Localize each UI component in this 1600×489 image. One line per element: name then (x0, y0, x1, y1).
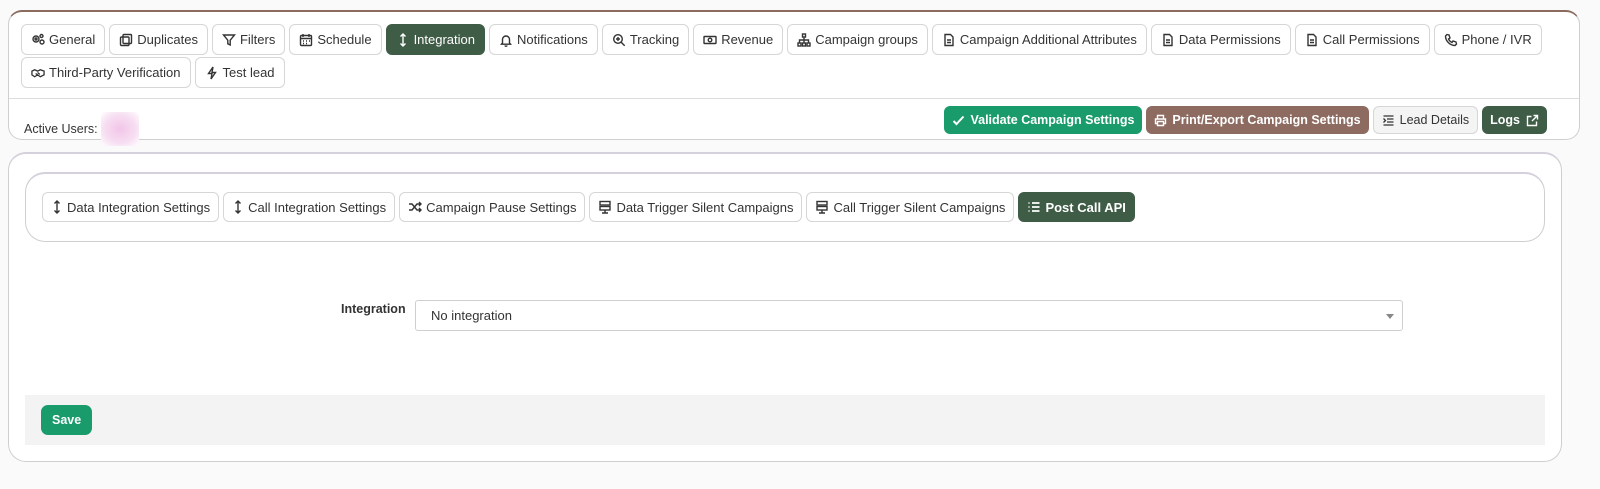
server-icon (599, 200, 612, 214)
bell-icon (499, 33, 513, 47)
subtab-call-integration-settings[interactable]: Call Integration Settings (223, 192, 396, 222)
caret-down-icon (1386, 314, 1394, 319)
bolt-icon (205, 66, 219, 80)
tab-test-lead[interactable]: Test lead (194, 57, 285, 88)
server-icon (816, 200, 829, 214)
tab-filters[interactable]: Filters (211, 24, 286, 55)
check-icon (953, 115, 965, 125)
validate-campaign-settings-button[interactable]: Validate Campaign Settings (944, 106, 1143, 134)
arrows-vertical-icon (235, 200, 242, 214)
subtab-campaign-pause-settings[interactable]: Campaign Pause Settings (399, 192, 586, 222)
document-icon (1161, 33, 1175, 47)
header-divider (9, 98, 1579, 99)
filter-icon (221, 33, 236, 47)
tab-phone-ivr[interactable]: Phone / IVR (1433, 24, 1542, 55)
integration-subnav: Data Integration Settings Call Integrati… (25, 172, 1545, 242)
arrows-vertical-icon (396, 32, 410, 47)
print-export-campaign-settings-button[interactable]: Print/Export Campaign Settings (1146, 106, 1369, 134)
integration-panel: Data Integration Settings Call Integrati… (8, 152, 1562, 462)
settings-tabs-row-1: General Duplicates Filters Schedule Inte… (21, 24, 1542, 55)
arrows-vertical-icon (54, 200, 60, 214)
subtab-data-trigger-silent-campaigns[interactable]: Data Trigger Silent Campaigns (589, 192, 803, 222)
settings-tabs-row-2: Third-Party Verification Test lead (21, 57, 285, 88)
document-icon (942, 33, 956, 47)
list-icon (1028, 202, 1040, 212)
active-users: Active Users: (24, 112, 139, 146)
external-link-icon (1526, 114, 1539, 126)
integration-subtabs: Data Integration Settings Call Integrati… (42, 192, 1135, 222)
save-button[interactable]: Save (41, 405, 93, 435)
integration-select[interactable]: No integration (415, 300, 1403, 331)
active-users-label: Active Users: (24, 122, 98, 136)
tab-campaign-groups[interactable]: Campaign groups (787, 24, 928, 55)
active-user-avatar[interactable] (100, 112, 139, 146)
printer-icon (1155, 114, 1167, 126)
tab-integration[interactable]: Integration (385, 24, 485, 55)
zoom-icon (612, 33, 626, 47)
tab-third-party-verification[interactable]: Third-Party Verification (21, 57, 191, 88)
tab-duplicates[interactable]: Duplicates (109, 24, 208, 55)
logs-button[interactable]: Logs (1482, 106, 1547, 134)
subtab-call-trigger-silent-campaigns[interactable]: Call Trigger Silent Campaigns (806, 192, 1015, 222)
tab-call-permissions[interactable]: Call Permissions (1294, 24, 1430, 55)
copy-icon (119, 33, 133, 47)
tab-revenue[interactable]: Revenue (693, 24, 784, 55)
document-icon (1305, 33, 1319, 47)
form-footer: Save (25, 395, 1545, 445)
integration-select-value: No integration (431, 308, 512, 323)
tab-schedule[interactable]: Schedule (289, 24, 382, 55)
tab-notifications[interactable]: Notifications (489, 24, 598, 55)
gears-icon (31, 33, 45, 47)
lead-details-button[interactable]: Lead Details (1372, 106, 1479, 134)
calendar-icon (299, 33, 313, 47)
indent-list-icon (1382, 114, 1394, 126)
handshake-icon (31, 66, 45, 80)
subtab-post-call-api[interactable]: Post Call API (1018, 192, 1135, 222)
money-icon (703, 33, 717, 47)
sitemap-icon (797, 32, 811, 47)
phone-icon (1444, 33, 1458, 47)
subtab-data-integration-settings[interactable]: Data Integration Settings (42, 192, 220, 222)
tab-tracking[interactable]: Tracking (601, 24, 690, 55)
tab-campaign-additional-attributes[interactable]: Campaign Additional Attributes (931, 24, 1147, 55)
integration-label: Integration (341, 302, 406, 316)
tab-data-permissions[interactable]: Data Permissions (1150, 24, 1291, 55)
header-actions: Validate Campaign Settings Print/Export … (944, 106, 1547, 134)
tab-general[interactable]: General (21, 24, 106, 55)
campaign-settings-header: General Duplicates Filters Schedule Inte… (8, 10, 1580, 146)
shuffle-icon (409, 201, 423, 213)
